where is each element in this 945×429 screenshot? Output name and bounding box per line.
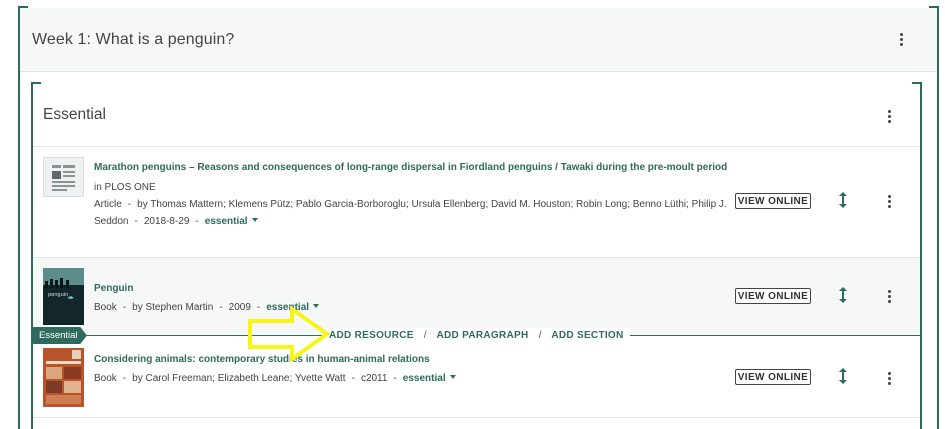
meta-separator: -	[393, 373, 397, 384]
week-menu-icon[interactable]	[900, 33, 904, 46]
caret-down-icon	[449, 375, 456, 379]
pointer-arrow-icon	[248, 306, 331, 362]
move-icon[interactable]	[839, 287, 847, 303]
book-cover-image	[43, 348, 84, 407]
view-online-button[interactable]: VIEW ONLINE	[735, 288, 811, 304]
week-title: Week 1: What is a penguin?	[32, 30, 235, 48]
resource-item: Considering animals: contemporary studie…	[33, 336, 920, 418]
importance-dropdown[interactable]: essential	[403, 373, 456, 384]
resource-title-link[interactable]: Penguin	[94, 281, 734, 297]
view-online-button[interactable]: VIEW ONLINE	[735, 369, 811, 385]
caret-down-icon	[251, 218, 258, 222]
resource-meta: Article - by Thomas Mattern; Klemens Pütz;…	[94, 196, 734, 230]
meta-separator: -	[122, 373, 127, 384]
meta-separator: -	[127, 199, 132, 210]
resource-authors: by Stephen Martin	[132, 302, 214, 313]
meta-separator: -	[122, 302, 127, 313]
move-icon[interactable]	[839, 192, 847, 208]
resource-meta: Book - by Stephen Martin -2009- essential	[94, 299, 734, 316]
resource-meta: Book - by Carol Freeman; Elizabeth Leane; …	[94, 370, 734, 387]
resource-authors: by Carol Freeman; Elizabeth Leane; Yvett…	[132, 373, 346, 384]
importance-label: essential	[402, 373, 446, 384]
week-header: Week 1: What is a penguin?	[20, 8, 937, 72]
resource-type: Book	[94, 373, 117, 384]
section-header: Essential	[33, 84, 920, 147]
resource-menu-icon[interactable]	[888, 195, 892, 208]
view-online-button[interactable]: VIEW ONLINE	[735, 193, 811, 209]
resource-item: penguin Penguin Book - by Stephen Martin -2…	[33, 258, 920, 335]
resource-type: Book	[94, 302, 117, 313]
section-menu-icon[interactable]	[888, 110, 892, 123]
section-title: Essential	[43, 106, 106, 123]
importance-label: essential	[204, 216, 248, 227]
importance-dropdown[interactable]: essential	[205, 216, 258, 227]
essential-section: Essential Marathon penguins – Reasons an…	[31, 82, 922, 429]
meta-separator: -	[351, 373, 355, 384]
resource-source: in PLOS ONE	[94, 182, 156, 193]
meta-separator: -	[134, 216, 138, 227]
resource-title-link[interactable]: Considering animals: contemporary studie…	[94, 352, 734, 368]
svg-text:penguin: penguin	[48, 292, 68, 298]
book-cover-image: penguin	[43, 268, 84, 325]
move-icon[interactable]	[839, 368, 847, 384]
article-icon	[43, 157, 84, 197]
resource-menu-icon[interactable]	[888, 372, 892, 385]
resource-title-link[interactable]: Marathon penguins – Reasons and conseque…	[94, 160, 734, 176]
resource-date: 2018-8-29	[143, 216, 190, 227]
meta-separator: -	[219, 302, 223, 313]
resource-type: Article	[94, 199, 122, 210]
resource-item: Marathon penguins – Reasons and conseque…	[33, 147, 920, 258]
meta-separator: -	[195, 216, 199, 227]
resource-date: c2011	[360, 373, 388, 384]
resource-menu-icon[interactable]	[888, 290, 892, 303]
